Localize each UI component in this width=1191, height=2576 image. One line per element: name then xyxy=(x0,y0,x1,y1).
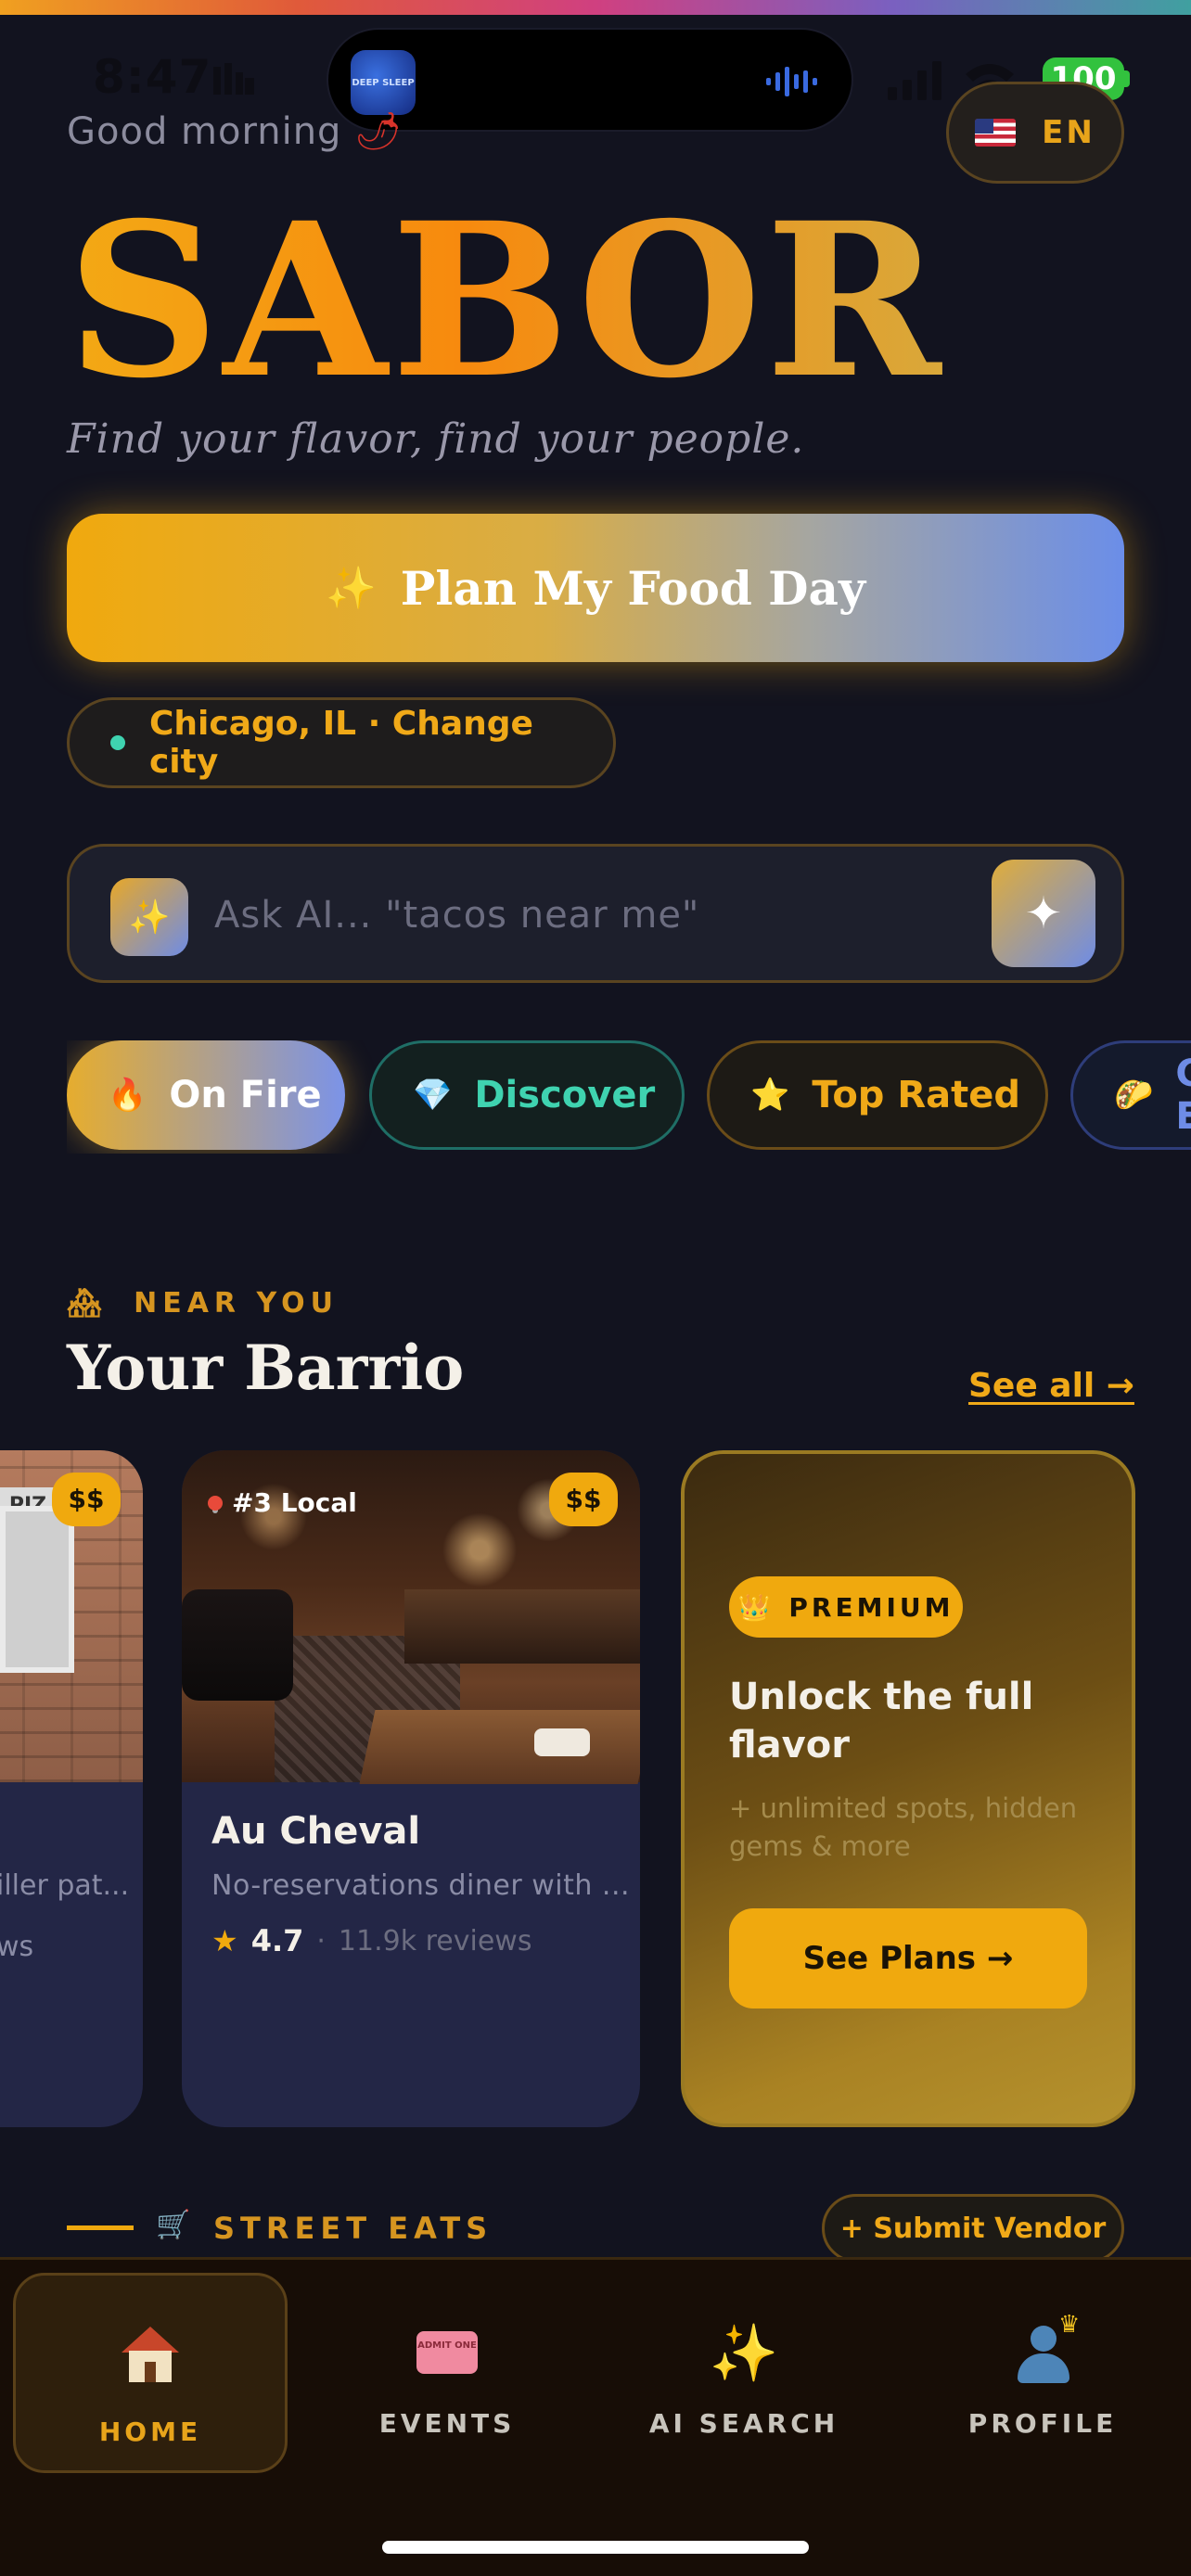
us-flag-icon xyxy=(975,119,1017,147)
rating-value: 4.7 xyxy=(250,1923,304,1958)
separator: · xyxy=(316,1924,326,1958)
ticket-text: ADMIT ONE xyxy=(416,2331,478,2374)
premium-card: 👑 PREMIUM Unlock the full flavor + unlim… xyxy=(681,1450,1135,2127)
chip-label: Cheap Eats xyxy=(1175,1052,1191,1138)
see-plans-button[interactable]: See Plans → xyxy=(729,1908,1087,2009)
ticket-icon: ADMIT ONE xyxy=(412,2317,482,2388)
ai-sparkles-icon: ✨ xyxy=(110,878,188,956)
restaurant-description: No-reservations diner with ... xyxy=(211,1869,631,1902)
tab-label: AI SEARCH xyxy=(648,2408,839,2439)
see-all-link[interactable]: See all → xyxy=(968,1367,1134,1405)
premium-subtitle: + unlimited spots, hidden gems & more xyxy=(729,1792,1078,1862)
profile-icon: ♛ xyxy=(1007,2311,1080,2388)
premium-badge: 👑 PREMIUM xyxy=(729,1576,963,1638)
crown-icon: ♛ xyxy=(1058,2311,1081,2339)
review-count: 11.9k reviews xyxy=(338,1924,532,1958)
sleep-focus-icon xyxy=(213,63,254,95)
chip-top-rated[interactable]: ⭐ Top Rated xyxy=(707,1040,1048,1150)
home-indicator xyxy=(382,2541,809,2554)
crown-icon: 👑 xyxy=(737,1591,775,1623)
sparkles-icon: ✨ xyxy=(326,565,377,612)
pin-icon xyxy=(208,1495,223,1511)
home-icon xyxy=(115,2320,186,2391)
rank-text: #3 Local xyxy=(232,1487,357,1518)
language-selector[interactable]: EN xyxy=(946,82,1124,184)
review-count: ws xyxy=(0,1931,34,1963)
audio-wave-icon xyxy=(766,67,817,96)
tab-ai-search[interactable]: ✨ AI SEARCH xyxy=(607,2273,881,2473)
photo-napkin xyxy=(534,1728,590,1756)
sparkles-icon: ✨ xyxy=(709,2320,779,2386)
tab-label: PROFILE xyxy=(967,2408,1118,2439)
tab-profile[interactable]: ♛ PROFILE xyxy=(905,2273,1180,2473)
greeting-text: Good morning xyxy=(67,110,342,153)
sparkle-icon: ✦ xyxy=(1024,887,1063,939)
gem-icon: 💎 xyxy=(413,1077,453,1114)
price-badge: $$ xyxy=(549,1473,618,1526)
star-icon: ⭐ xyxy=(750,1077,790,1114)
star-icon: ★ xyxy=(211,1923,238,1958)
plan-food-day-button[interactable]: ✨ Plan My Food Day xyxy=(67,514,1124,662)
cart-icon: 🛒 xyxy=(156,2209,191,2241)
brand-logo-text: SABOR xyxy=(67,176,945,425)
tab-home[interactable]: HOME xyxy=(13,2273,288,2473)
restaurant-carousel[interactable]: PIZ $$ iller pat... ws #3 Local $$ Au Ch… xyxy=(0,1448,1191,2131)
near-you-eyebrow: 🏘 NEAR YOU xyxy=(67,1287,339,1320)
chip-discover[interactable]: 💎 Discover xyxy=(369,1040,685,1150)
near-you-label: NEAR YOU xyxy=(134,1287,339,1320)
restaurant-card[interactable]: PIZ $$ iller pat... ws xyxy=(0,1450,143,2127)
restaurant-name: Au Cheval xyxy=(211,1810,421,1853)
street-eats-label: STREET EATS xyxy=(213,2211,493,2246)
ask-ai-input[interactable] xyxy=(214,887,956,943)
ask-ai-submit-button[interactable]: ✦ xyxy=(992,860,1095,967)
language-code: EN xyxy=(1042,114,1095,151)
houses-icon: 🏘 xyxy=(67,1287,109,1320)
rating-row: ★ 4.7 · 11.9k reviews xyxy=(211,1923,531,1958)
chip-label: On Fire xyxy=(169,1074,322,1116)
street-eats-header: 🛒 STREET EATS + Submit Vendor xyxy=(67,2190,1124,2264)
filter-chips: 🔥 On Fire 💎 Discover ⭐ Top Rated 🌮 Cheap… xyxy=(67,1040,1191,1154)
dynamic-island: DEEP SLEEP xyxy=(327,28,853,132)
restaurant-description: iller pat... xyxy=(0,1869,130,1902)
island-app-icon: DEEP SLEEP xyxy=(351,50,416,115)
premium-badge-label: PREMIUM xyxy=(788,1591,954,1623)
chip-on-fire[interactable]: 🔥 On Fire xyxy=(67,1040,345,1150)
top-gradient-strip xyxy=(0,0,1191,15)
plan-button-label: Plan My Food Day xyxy=(400,560,865,616)
tab-label: EVENTS xyxy=(378,2408,516,2439)
battery-tip xyxy=(1124,70,1130,87)
storefront-window xyxy=(0,1506,74,1673)
photo-table xyxy=(359,1710,640,1784)
chili-pepper-icon: 🌶 xyxy=(354,110,403,153)
photo-booth xyxy=(182,1589,293,1701)
section-title: Your Barrio xyxy=(67,1332,465,1404)
taco-icon: 🌮 xyxy=(1114,1077,1154,1114)
rank-badge: #3 Local xyxy=(208,1487,357,1518)
tab-label: HOME xyxy=(98,2417,202,2447)
chip-cheap-eats[interactable]: 🌮 Cheap Eats xyxy=(1070,1040,1191,1150)
tab-events[interactable]: ADMIT ONE EVENTS xyxy=(310,2273,584,2473)
location-status-dot xyxy=(110,735,125,750)
section-accent-line xyxy=(67,2225,134,2230)
status-time: 8:47 xyxy=(93,50,212,104)
chip-label: Discover xyxy=(474,1074,656,1116)
submit-vendor-button[interactable]: + Submit Vendor xyxy=(822,2194,1124,2263)
city-label: Chicago, IL · Change city xyxy=(148,705,533,781)
tagline: Find your flavor, find your people. xyxy=(67,415,805,463)
price-badge: $$ xyxy=(52,1473,121,1526)
city-selector[interactable]: Chicago, IL · Change city xyxy=(67,697,616,788)
ask-ai-bar: ✨ ✦ xyxy=(67,844,1124,983)
photo-bar xyxy=(404,1589,640,1664)
restaurant-card[interactable]: #3 Local $$ Au Cheval No-reservations di… xyxy=(182,1450,640,2127)
greeting: Good morning 🌶 xyxy=(67,109,403,153)
chip-label: Top Rated xyxy=(812,1074,1021,1116)
fire-icon: 🔥 xyxy=(108,1077,147,1114)
premium-title: Unlock the full flavor xyxy=(729,1676,1034,1766)
bottom-tab-bar: HOME ADMIT ONE EVENTS ✨ AI SEARCH ♛ PROF… xyxy=(0,2257,1191,2576)
